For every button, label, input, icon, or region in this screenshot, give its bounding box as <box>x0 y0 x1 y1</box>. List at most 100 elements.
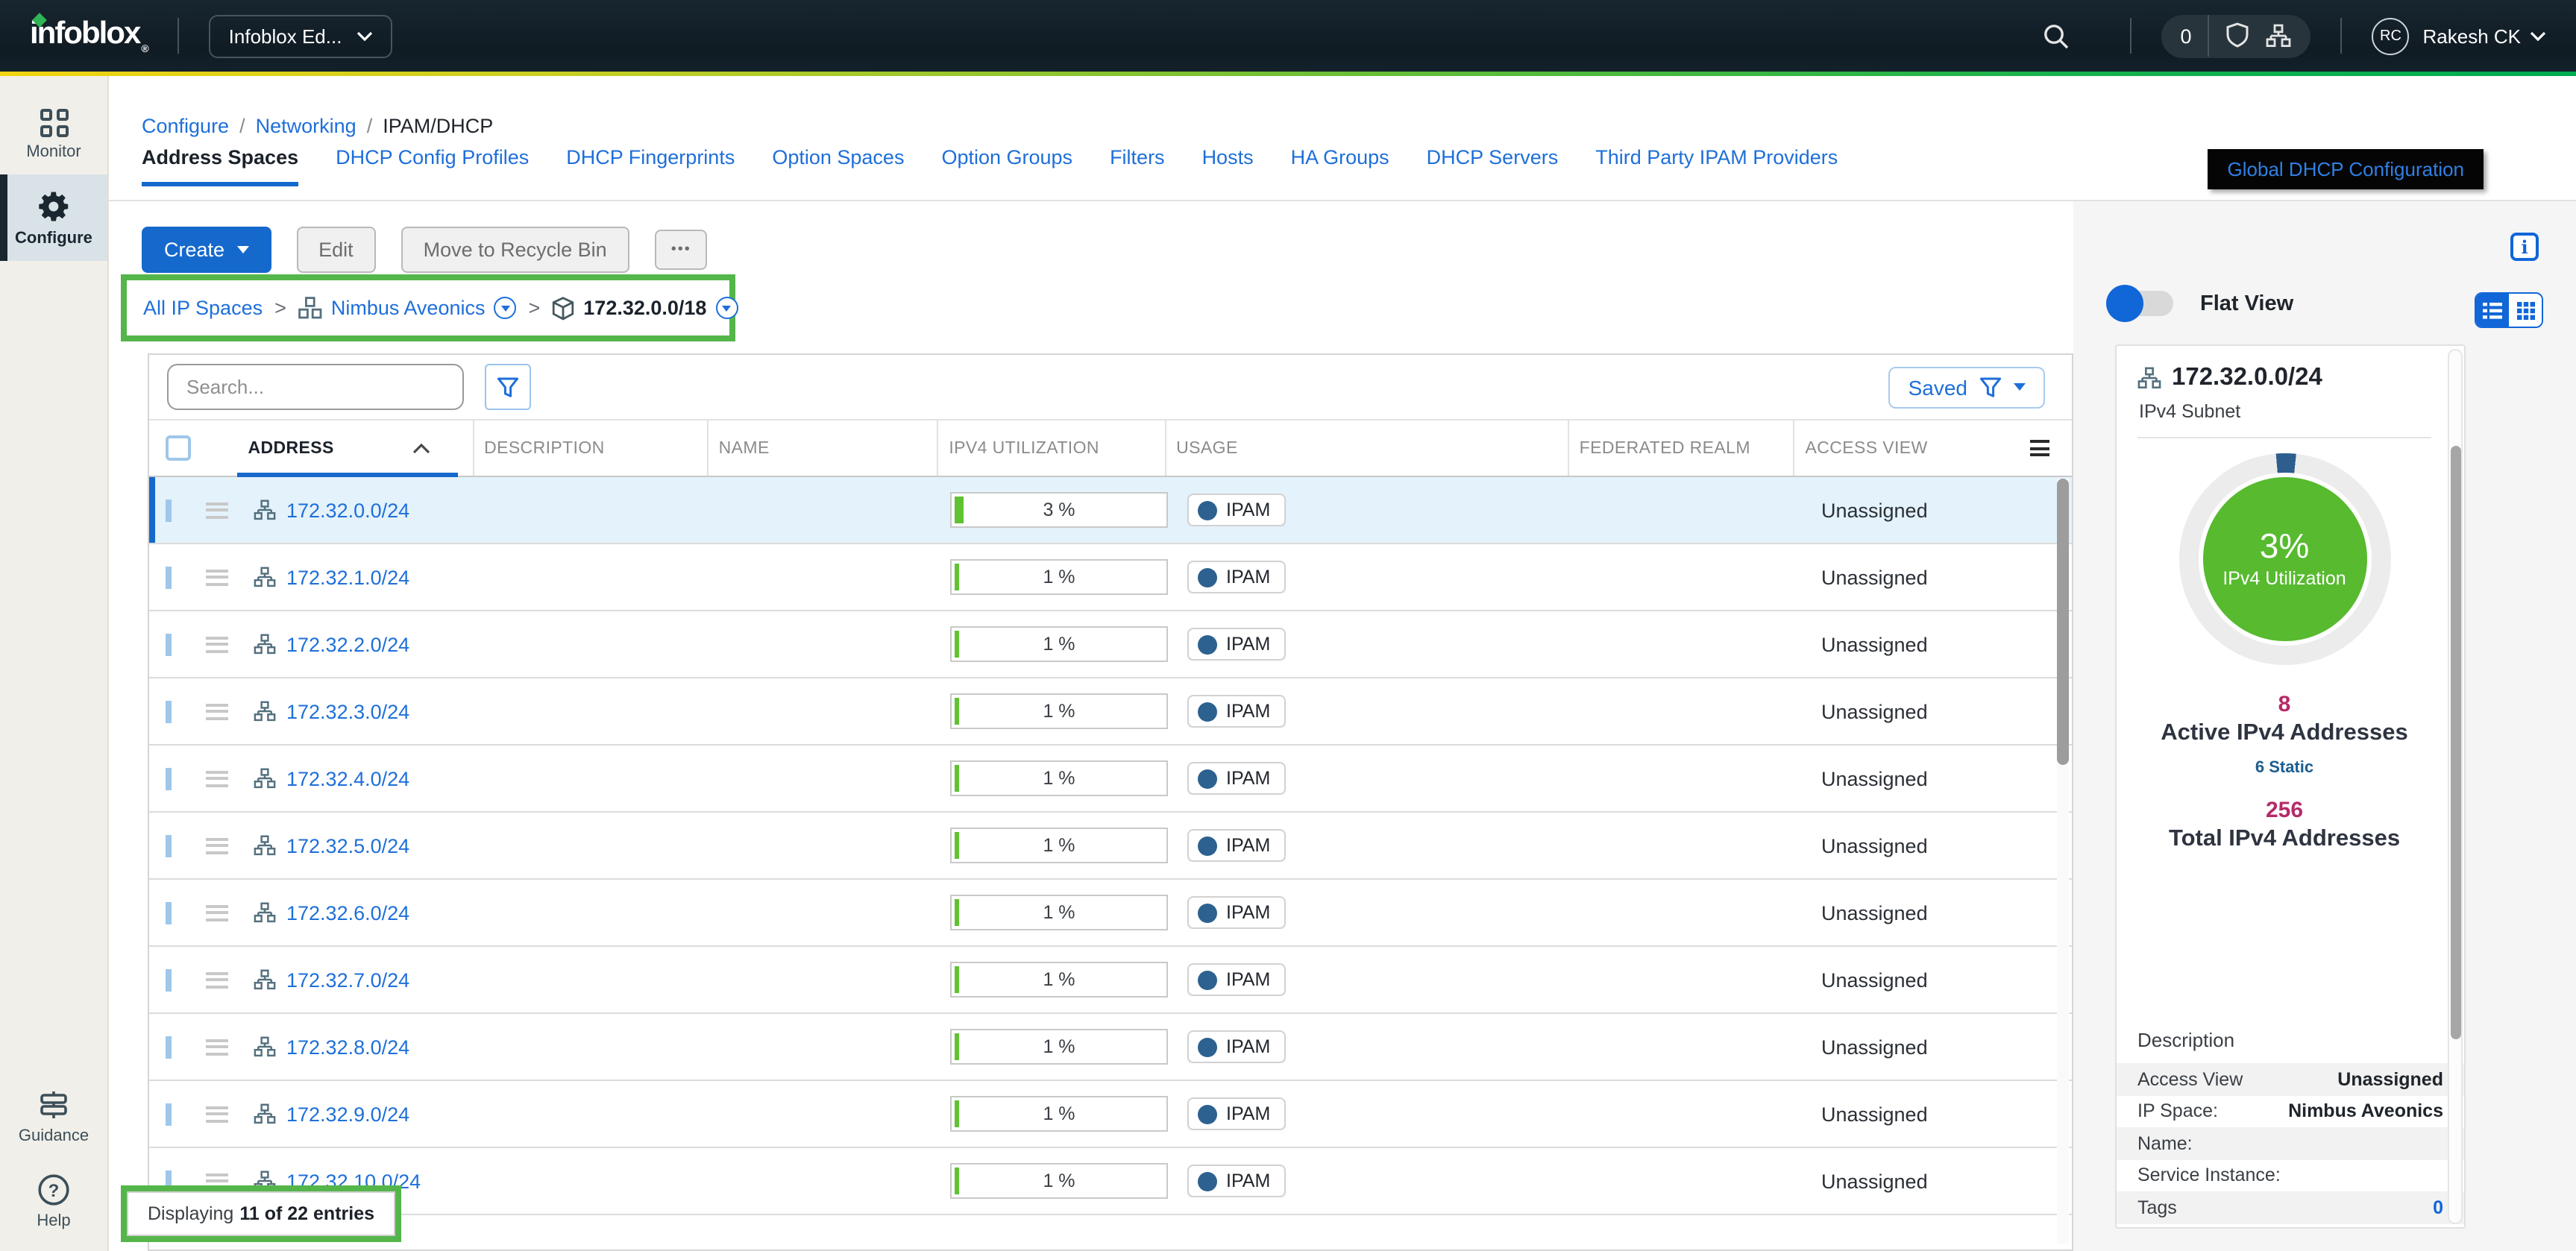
top-header: infoblox® Infoblox Ed... 0 RC Rakesh CK <box>0 0 2576 72</box>
row-checkbox[interactable] <box>166 834 172 857</box>
tab-option-spaces[interactable]: Option Spaces <box>772 146 904 182</box>
row-checkbox[interactable] <box>166 633 172 655</box>
row-checkbox[interactable] <box>166 700 172 722</box>
column-header-address[interactable]: ADDRESS <box>238 420 473 476</box>
table-row[interactable]: 172.32.4.0/24 1 % IPAM Unassigned <box>149 746 2072 813</box>
flat-view-toggle[interactable] <box>2108 291 2173 316</box>
drag-handle-icon[interactable] <box>194 834 239 857</box>
tab-dhcp-config-profiles[interactable]: DHCP Config Profiles <box>336 146 529 182</box>
user-menu-chevron-icon[interactable] <box>2530 31 2546 41</box>
table-row[interactable]: 172.32.1.0/24 1 % IPAM Unassigned <box>149 544 2072 611</box>
panel-scrollbar[interactable] <box>2448 349 2463 1224</box>
subnet-address-link[interactable]: 172.32.9.0/24 <box>286 1103 409 1125</box>
usage-badge: IPAM <box>1187 1097 1285 1130</box>
drag-handle-icon[interactable] <box>194 968 239 992</box>
table-scrollbar[interactable] <box>2057 479 2069 1244</box>
create-button[interactable]: Create <box>142 227 271 273</box>
notification-count[interactable]: 0 <box>2180 25 2191 47</box>
search-input[interactable] <box>167 364 464 410</box>
ip-space-link[interactable]: Nimbus Aveonics <box>331 297 486 319</box>
sidebar-item-configure[interactable]: Configure <box>0 174 107 261</box>
drag-handle-icon[interactable] <box>194 1035 239 1059</box>
select-all-checkbox[interactable] <box>166 435 191 461</box>
table-row[interactable]: 172.32.9.0/24 1 % IPAM Unassigned <box>149 1081 2072 1148</box>
edit-button[interactable]: Edit <box>296 227 376 273</box>
row-checkbox[interactable] <box>166 901 172 924</box>
static-count-link[interactable]: 6 Static <box>2137 759 2431 777</box>
table-row[interactable]: 172.32.8.0/24 1 % IPAM Unassigned <box>149 1014 2072 1081</box>
row-checkbox[interactable] <box>166 968 172 991</box>
global-dhcp-configuration-button[interactable]: Global DHCP Configuration <box>2208 149 2484 189</box>
subnet-address-link[interactable]: 172.32.7.0/24 <box>286 968 409 991</box>
shield-icon[interactable] <box>2226 22 2250 49</box>
tab-address-spaces[interactable]: Address Spaces <box>142 146 298 186</box>
avatar[interactable]: RC <box>2372 17 2410 54</box>
tab-third-party-ipam-providers[interactable]: Third Party IPAM Providers <box>1595 146 1838 182</box>
table-row[interactable]: 172.32.10.0/24 1 % IPAM Unassigned <box>149 1148 2072 1215</box>
subnet-icon <box>254 500 276 520</box>
row-checkbox[interactable] <box>166 1036 172 1058</box>
table-row[interactable]: 172.32.5.0/24 1 % IPAM Unassigned <box>149 813 2072 880</box>
drag-handle-icon[interactable] <box>194 1102 239 1126</box>
saved-filters-button[interactable]: Saved <box>1889 366 2045 408</box>
column-header-federated-realm[interactable]: FEDERATED REALM <box>1568 420 1794 476</box>
subnet-address-link[interactable]: 172.32.5.0/24 <box>286 834 409 857</box>
sidebar-item-help[interactable]: ? Help <box>0 1159 107 1251</box>
row-checkbox[interactable] <box>166 566 172 588</box>
sidebar-item-label: Help <box>37 1212 70 1230</box>
row-checkbox[interactable] <box>166 1103 172 1125</box>
row-checkbox[interactable] <box>166 499 172 521</box>
tenant-selector[interactable]: Infoblox Ed... <box>210 14 393 57</box>
table-row[interactable]: 172.32.6.0/24 1 % IPAM Unassigned <box>149 880 2072 947</box>
subnet-icon <box>254 768 276 789</box>
tab-option-groups[interactable]: Option Groups <box>941 146 1072 182</box>
row-checkbox[interactable] <box>166 767 172 790</box>
column-header-usage[interactable]: USAGE <box>1164 420 1568 476</box>
drag-handle-icon[interactable] <box>194 699 239 723</box>
grid-view-button[interactable] <box>2509 294 2542 327</box>
sidebar-item-monitor[interactable]: Monitor <box>0 94 107 174</box>
info-icon[interactable]: i <box>2510 233 2539 261</box>
column-header-name[interactable]: NAME <box>707 420 937 476</box>
drag-handle-icon[interactable] <box>194 565 239 589</box>
subnet-address-link[interactable]: 172.32.0.0/24 <box>286 499 409 521</box>
subnet-address-link[interactable]: 172.32.2.0/24 <box>286 633 409 655</box>
table-row[interactable]: 172.32.0.0/24 3 % IPAM Unassigned <box>149 477 2072 544</box>
tab-ha-groups[interactable]: HA Groups <box>1291 146 1389 182</box>
subnet-address-link[interactable]: 172.32.6.0/24 <box>286 901 409 924</box>
breadcrumb-networking[interactable]: Networking <box>256 115 356 137</box>
breadcrumb-configure[interactable]: Configure <box>142 115 229 137</box>
table-row[interactable]: 172.32.2.0/24 1 % IPAM Unassigned <box>149 611 2072 678</box>
search-icon[interactable] <box>2041 22 2070 50</box>
sidebar-item-guidance[interactable]: Guidance <box>0 1074 107 1159</box>
tab-filters[interactable]: Filters <box>1110 146 1165 182</box>
column-header-access-view[interactable]: ACCESS VIEW <box>1793 420 2007 476</box>
subnet-address-link[interactable]: 172.32.1.0/24 <box>286 566 409 588</box>
drag-handle-icon[interactable] <box>194 498 239 522</box>
table-row[interactable]: 172.32.7.0/24 1 % IPAM Unassigned <box>149 947 2072 1014</box>
column-settings-button[interactable] <box>2008 420 2072 476</box>
list-view-button[interactable] <box>2476 294 2509 327</box>
ip-space-dropdown-icon[interactable] <box>494 297 517 319</box>
subnet-address-link[interactable]: 172.32.8.0/24 <box>286 1036 409 1058</box>
subnet-address-link[interactable]: 172.32.4.0/24 <box>286 767 409 790</box>
tab-dhcp-servers[interactable]: DHCP Servers <box>1427 146 1559 182</box>
all-ip-spaces-link[interactable]: All IP Spaces <box>143 297 263 319</box>
drag-handle-icon[interactable] <box>194 901 239 924</box>
view-mode-switch[interactable] <box>2475 292 2543 328</box>
drag-handle-icon[interactable] <box>194 766 239 790</box>
column-header-ipv4-utilization[interactable]: IPV4 UTILIZATION <box>937 420 1164 476</box>
tab-hosts[interactable]: Hosts <box>1202 146 1254 182</box>
table-row[interactable]: 172.32.3.0/24 1 % IPAM Unassigned <box>149 678 2072 746</box>
network-icon[interactable] <box>2266 24 2292 48</box>
usage-cell: IPAM <box>1181 1030 1592 1063</box>
subnet-address-link[interactable]: 172.32.3.0/24 <box>286 700 409 722</box>
more-actions-button[interactable]: ••• <box>655 230 708 270</box>
user-name[interactable]: Rakesh CK <box>2423 25 2522 47</box>
move-to-recycle-bin-button[interactable]: Move to Recycle Bin <box>401 227 629 273</box>
tab-dhcp-fingerprints[interactable]: DHCP Fingerprints <box>566 146 735 182</box>
drag-handle-icon[interactable] <box>194 632 239 656</box>
filter-button[interactable] <box>485 364 531 410</box>
subnet-dropdown-icon[interactable] <box>715 297 738 319</box>
column-header-description[interactable]: DESCRIPTION <box>472 420 707 476</box>
